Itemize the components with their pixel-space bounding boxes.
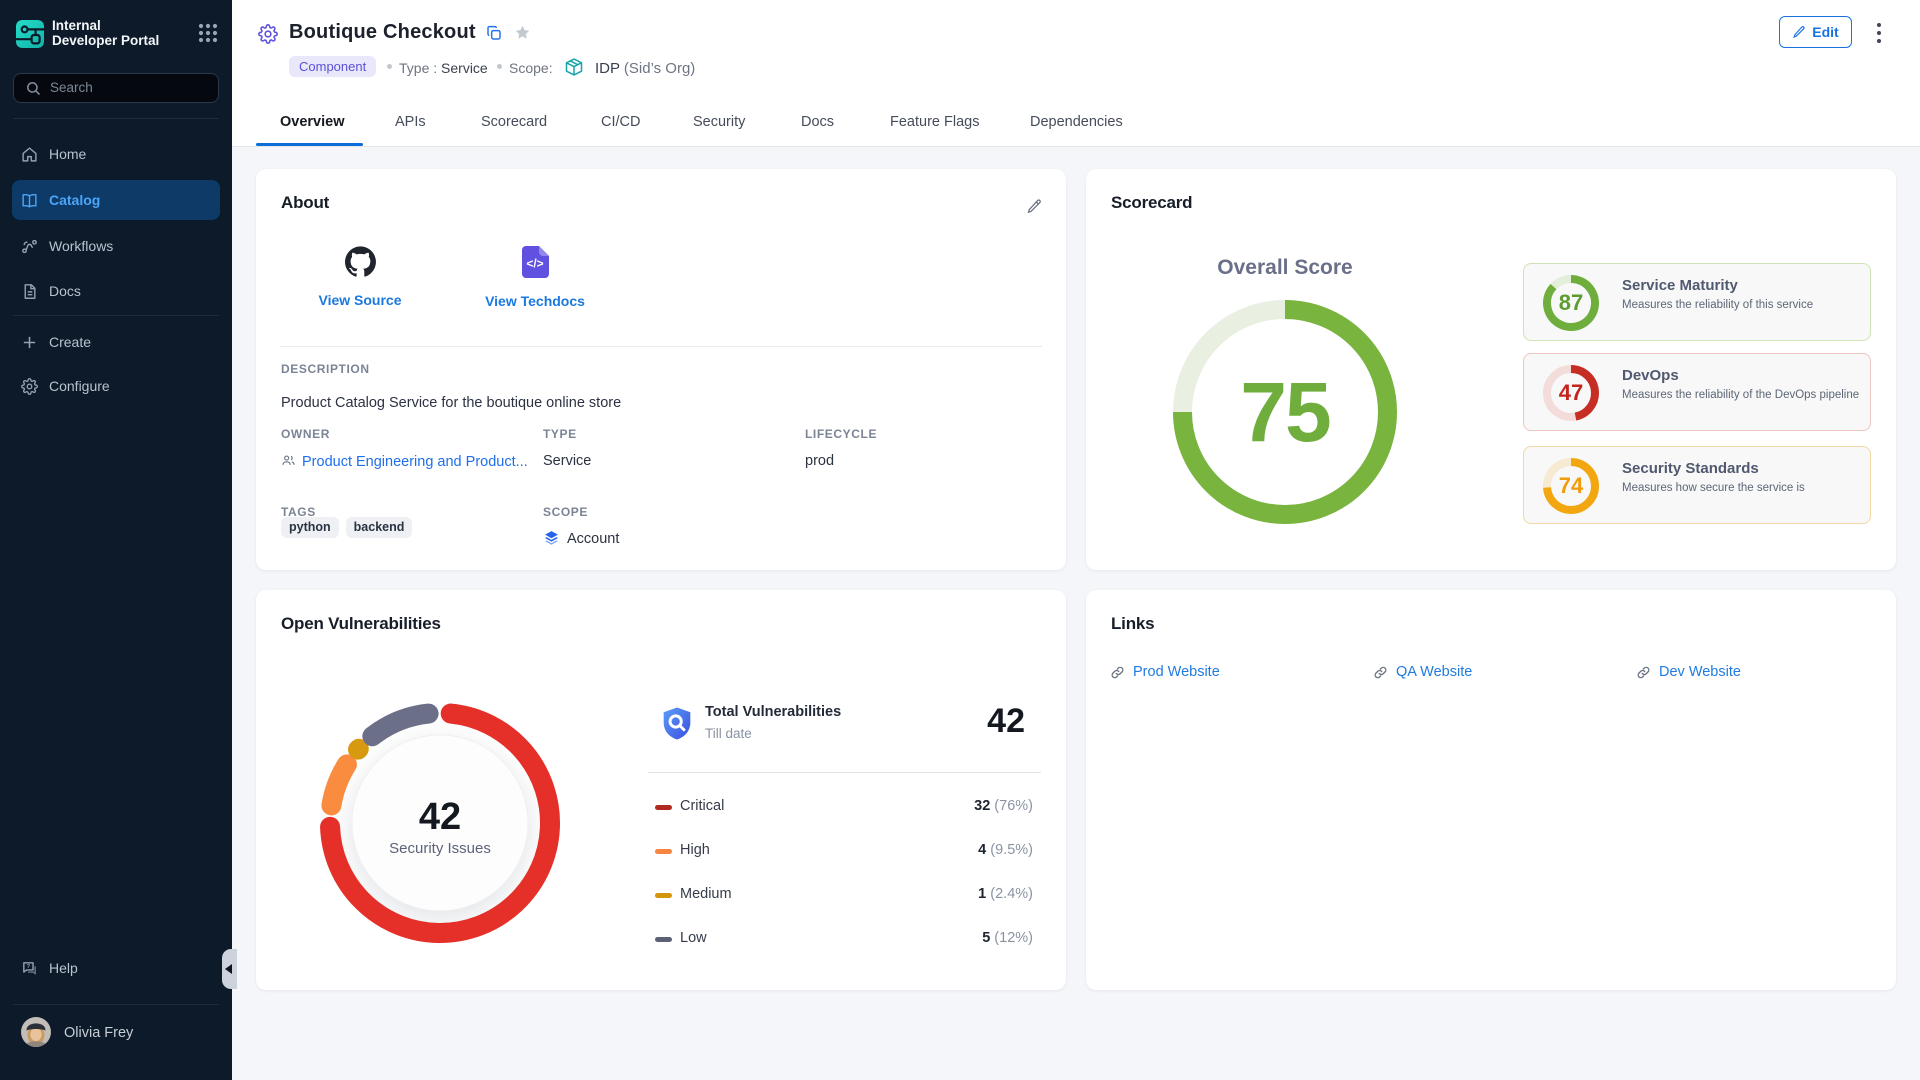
svg-text:</>: </> — [526, 257, 543, 271]
svg-text:?: ? — [27, 964, 31, 970]
